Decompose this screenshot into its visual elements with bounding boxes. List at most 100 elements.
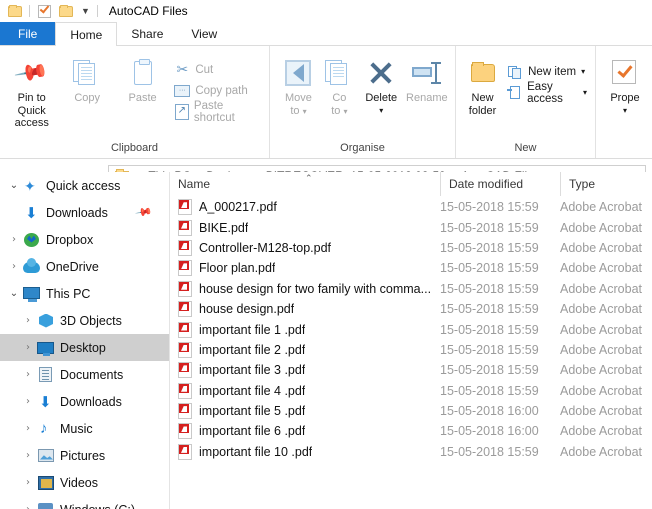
chevron-right-icon[interactable]: › [6,234,22,245]
delete-label: Delete [365,92,398,104]
table-row[interactable]: house design.pdf 15-05-2018 15:59 Adobe … [170,299,652,319]
quick-access-new-folder-icon[interactable] [58,3,74,19]
sidebar-item-this-pc[interactable]: ⌄ This PC [0,280,169,307]
tab-home[interactable]: Home [55,22,118,46]
table-row[interactable]: Controller-M128-top.pdf 15-05-2018 15:59… [170,238,652,258]
move-to-caret-icon[interactable]: ▾ [303,107,307,116]
quick-access-folder-icon[interactable] [7,3,23,19]
chevron-right-icon[interactable]: › [20,315,36,326]
table-row[interactable]: important file 5 .pdf 15-05-2018 16:00 A… [170,401,652,421]
file-name-cell[interactable]: house design for two family with comma..… [170,280,440,297]
sidebar-item-documents[interactable]: › Documents [0,361,169,388]
file-name-cell[interactable]: A_000217.pdf [170,199,440,216]
properties-caret-icon[interactable]: ▾ [623,106,627,115]
file-name-cell[interactable]: important file 4 .pdf [170,382,440,399]
file-name-cell[interactable]: BIKE.pdf [170,219,440,236]
new-group-label: New [514,142,537,154]
move-to-button[interactable]: Move to ▾ [278,51,319,117]
chevron-right-icon[interactable]: › [20,450,36,461]
file-name-cell[interactable]: important file 1 .pdf [170,321,440,338]
sidebar-item-downloads-quick[interactable]: ⬇ Downloads 📌 [0,199,169,226]
sidebar-item-3d-objects[interactable]: › 3D Objects [0,307,169,334]
copy-to-caret-icon[interactable]: ▾ [344,107,348,116]
sidebar-item-onedrive[interactable]: › OneDrive [0,253,169,280]
easy-access-label: Easy access [527,80,563,105]
file-name-cell[interactable]: important file 10 .pdf [170,443,440,460]
table-row[interactable]: important file 2 .pdf 15-05-2018 15:59 A… [170,340,652,360]
copy-to-button[interactable]: Co to ▾ [319,51,360,117]
sidebar-item-music[interactable]: › ♪ Music [0,415,169,442]
table-row[interactable]: A_000217.pdf 15-05-2018 15:59 Adobe Acro… [170,197,652,217]
table-row[interactable]: important file 10 .pdf 15-05-2018 15:59 … [170,442,652,462]
paste-shortcut-button[interactable]: Paste shortcut [170,99,265,124]
tab-share[interactable]: Share [117,22,177,45]
easy-access-button[interactable]: Easy access ▾ [503,80,591,105]
table-row[interactable]: Floor plan.pdf 15-05-2018 15:59 Adobe Ac… [170,258,652,278]
sidebar-item-downloads[interactable]: › ⬇ Downloads [0,388,169,415]
customize-quick-access-caret-icon[interactable]: ▼ [81,6,90,16]
chevron-right-icon[interactable]: › [6,261,22,272]
new-item-caret-icon[interactable]: ▾ [581,67,585,76]
chevron-right-icon[interactable]: › [20,504,36,509]
pictures-icon [36,448,56,464]
chevron-down-icon[interactable]: ⌄ [6,180,22,191]
chevron-right-icon[interactable]: › [20,396,36,407]
sidebar-item-dropbox[interactable]: › Dropbox [0,226,169,253]
table-row[interactable]: important file 6 .pdf 15-05-2018 16:00 A… [170,421,652,441]
chevron-right-icon[interactable]: › [20,423,36,434]
quick-access-properties-icon[interactable] [36,3,52,19]
sidebar-item-quick-access[interactable]: ⌄ ✦ Quick access [0,172,169,199]
copy-path-button[interactable]: ··· Copy path [170,80,265,101]
column-header-type[interactable]: Type [560,172,652,196]
easy-access-caret-icon[interactable]: ▾ [583,88,587,97]
column-header-date-modified[interactable]: Date modified [440,172,560,196]
sidebar-item-windows-c[interactable]: › Windows (C:) [0,496,169,509]
file-name-cell[interactable]: house design.pdf [170,301,440,318]
title-bar: ▼ AutoCAD Files [0,0,652,22]
table-row[interactable]: BIKE.pdf 15-05-2018 15:59 Adobe Acrobat [170,217,652,237]
file-name: important file 3 .pdf [199,363,306,378]
delete-button[interactable]: Delete ▾ [360,51,403,115]
pdf-icon [178,423,192,440]
chevron-down-icon[interactable]: ⌄ [6,288,22,299]
file-name-cell[interactable]: Controller-M128-top.pdf [170,239,440,256]
table-row[interactable]: important file 1 .pdf 15-05-2018 15:59 A… [170,319,652,339]
copy-to-icon [325,57,353,89]
file-explorer-window: ▼ AutoCAD Files File Home Share View 📌 P… [0,0,652,509]
file-name-cell[interactable]: important file 3 .pdf [170,362,440,379]
rename-button[interactable]: Rename [403,51,451,105]
chevron-right-icon[interactable]: › [20,342,36,353]
file-list[interactable]: A_000217.pdf 15-05-2018 15:59 Adobe Acro… [170,197,652,509]
file-name-cell[interactable]: Floor plan.pdf [170,260,440,277]
column-header-name[interactable]: Name ⌃ [170,172,440,196]
ribbon-group-clipboard: 📌 Pin to Quick access Copy Paste ✂ Cut ·… [0,46,270,158]
copy-button[interactable]: Copy [59,51,114,105]
title-divider-1 [29,5,30,17]
properties-button[interactable]: Prope ▾ [602,51,648,115]
sidebar-item-videos[interactable]: › Videos [0,469,169,496]
delete-caret-icon[interactable]: ▾ [379,106,383,115]
file-name-cell[interactable]: important file 2 .pdf [170,341,440,358]
navigation-pane[interactable]: ⌄ ✦ Quick access ⬇ Downloads 📌 › Dropbox… [0,172,170,509]
tab-view[interactable]: View [177,22,231,45]
tab-file[interactable]: File [0,22,56,45]
paste-shortcut-label: Paste shortcut [193,99,235,124]
cut-button[interactable]: ✂ Cut [170,59,265,80]
table-row[interactable]: important file 3 .pdf 15-05-2018 15:59 A… [170,360,652,380]
chevron-right-icon[interactable]: › [20,477,36,488]
new-folder-button[interactable]: New folder [462,51,503,117]
sidebar-item-pictures[interactable]: › Pictures [0,442,169,469]
file-name-cell[interactable]: important file 6 .pdf [170,423,440,440]
table-row[interactable]: house design for two family with comma..… [170,279,652,299]
paste-button[interactable]: Paste [115,51,170,105]
table-row[interactable]: important file 4 .pdf 15-05-2018 15:59 A… [170,381,652,401]
pin-to-quick-access-button[interactable]: 📌 Pin to Quick access [4,51,59,130]
chevron-right-icon[interactable]: › [20,369,36,380]
sidebar-label-music: Music [60,421,93,436]
sidebar-item-desktop[interactable]: › Desktop [0,334,169,361]
file-type: Adobe Acrobat [560,444,643,459]
column-header-name-label: Name [178,177,211,191]
file-name-cell[interactable]: important file 5 .pdf [170,403,440,420]
star-icon: ✦ [24,177,36,194]
new-item-button[interactable]: New item ▾ [503,61,591,82]
